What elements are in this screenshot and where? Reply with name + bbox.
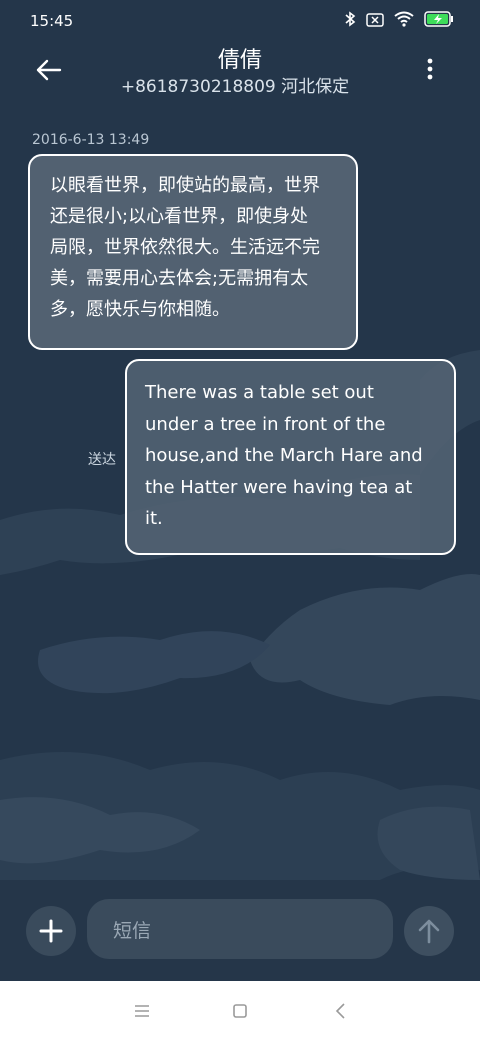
wifi-icon (394, 11, 414, 31)
system-back-button[interactable] (329, 999, 353, 1023)
status-icons (344, 11, 454, 31)
message-line: 局限，世界依然很大。生活远不完 (50, 237, 320, 258)
message-line: 以眼看世界，即使站的最高，世界 (50, 175, 320, 196)
delivery-status: 送达 (88, 452, 116, 468)
message-line: under a tree in front of the (145, 413, 386, 435)
back-icon (335, 1003, 345, 1019)
battery-charging-icon (424, 11, 454, 31)
incoming-message-bubble[interactable]: 以眼看世界，即使站的最高，世界 还是很小;以心看世界，即使身处 局限，世界依然很… (28, 154, 358, 350)
sim-icon (366, 12, 384, 31)
sms-input-placeholder: 短信 (113, 919, 152, 942)
more-button[interactable] (416, 54, 444, 86)
add-attachment-button[interactable] (26, 906, 76, 956)
message-line: it. (145, 508, 163, 529)
navigation-bar (0, 981, 480, 1040)
message-line: the Hatter were having tea at (145, 476, 413, 498)
plus-icon (39, 919, 63, 943)
message-line: 多，愿快乐与你相随。 (50, 299, 230, 320)
home-icon (233, 1004, 247, 1018)
status-time: 15:45 (30, 12, 74, 30)
status-bar: 15:45 (0, 0, 480, 40)
message-line: 还是很小;以心看世界，即使身处 (50, 206, 309, 227)
bluetooth-icon (344, 11, 356, 31)
contact-info: +8618730218809 河北保定 (120, 77, 350, 97)
message-line: house,and the March Hare and (145, 445, 423, 466)
message-line: 美，需要用心去体会;无需拥有太 (50, 268, 309, 289)
sms-input[interactable]: 短信 (87, 899, 393, 959)
menu-icon (135, 1005, 149, 1017)
more-vertical-icon (427, 58, 433, 80)
send-button[interactable] (404, 906, 454, 956)
outgoing-message-bubble[interactable]: There was a table set out under a tree i… (125, 359, 456, 555)
recent-apps-button[interactable] (130, 999, 154, 1023)
message-line: There was a table set out (145, 382, 374, 403)
contact-name: 倩倩 (217, 48, 262, 73)
home-button[interactable] (228, 999, 252, 1023)
message-timestamp: 2016-6-13 13:49 (32, 132, 150, 148)
arrow-up-icon (418, 919, 440, 944)
